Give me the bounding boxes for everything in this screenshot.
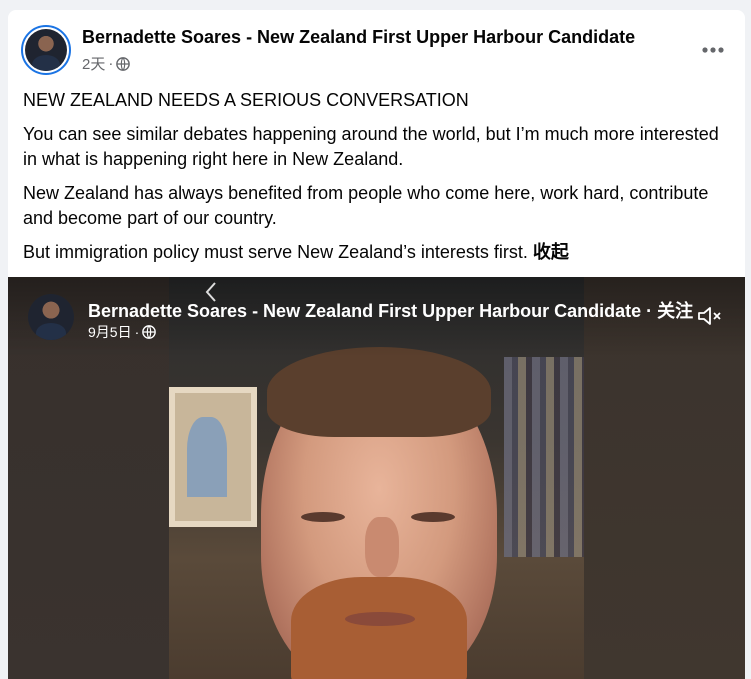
video-separator: · [641,301,658,321]
globe-icon[interactable] [116,56,131,71]
author-avatar[interactable] [21,25,71,75]
post-card: Bernadette Soares - New Zealand First Up… [8,10,745,679]
meta-separator: · [108,55,114,72]
author-name[interactable]: Bernadette Soares - New Zealand First Up… [82,27,635,48]
follow-button[interactable]: 关注 [657,301,693,321]
background-books [504,357,584,557]
video-meta: 9月5日 · [88,322,157,342]
speaker-beard [291,577,467,679]
video-author-name[interactable]: Bernadette Soares - New Zealand First Up… [88,301,641,321]
speaker-hair [267,347,491,437]
post-paragraph: But immigration policy must serve New Ze… [23,240,723,265]
post-paragraph: NEW ZEALAND NEEDS A SERIOUS CONVERSATION [23,90,469,110]
see-less-button[interactable]: 收起 [533,242,569,262]
post-message: NEW ZEALAND NEEDS A SERIOUS CONVERSATION… [23,88,723,274]
meta-separator: · [134,324,140,340]
video-player[interactable]: Bernadette Soares - New Zealand First Up… [8,277,745,679]
more-options-button[interactable] [695,32,731,68]
globe-icon[interactable] [142,325,157,339]
background-photo-frame [169,387,257,527]
post-paragraph: New Zealand has always benefited from pe… [23,183,709,228]
post-paragraph-text: But immigration policy must serve New Ze… [23,242,528,262]
speaker-nose [365,517,399,577]
more-horizontal-icon [702,47,724,53]
post-paragraph: You can see similar debates happening ar… [23,124,719,169]
speaker-mouth [345,612,415,626]
post-header: Bernadette Soares - New Zealand First Up… [8,10,745,84]
video-date[interactable]: 9月5日 [88,322,132,342]
speaker-eye [301,512,345,522]
post-time[interactable]: 2天 [82,53,105,74]
speaker-eye [411,512,455,522]
speaker-muted-icon[interactable] [696,304,724,328]
video-author-avatar[interactable] [28,294,74,340]
avatar-image [25,29,67,71]
post-meta: 2天 · [82,53,131,74]
video-author-line: Bernadette Soares - New Zealand First Up… [88,297,693,323]
